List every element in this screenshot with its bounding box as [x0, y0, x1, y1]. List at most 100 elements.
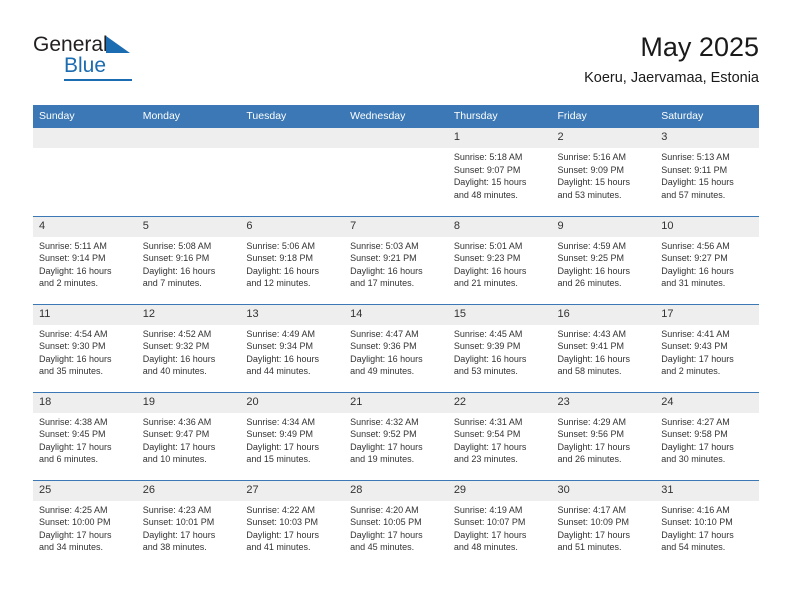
daylight-text-line1: Daylight: 16 hours [557, 353, 631, 364]
day-cell-inner: 10 Sunrise: 4:56 AM Sunset: 9:27 PM Dayligh… [655, 216, 759, 304]
calendar-day-cell[interactable]: 7 Sunrise: 5:03 AM Sunset: 9:21 PM Daylight… [344, 215, 448, 304]
day-cell-inner [344, 128, 448, 216]
daylight-text-line2: and 45 minutes. [350, 542, 415, 553]
day-number: 27 [240, 480, 345, 501]
day-number: 11 [33, 304, 137, 325]
sun-info: Sunrise: 4:38 AM Sunset: 9:45 PM Daylight:… [33, 413, 137, 466]
calendar-day-cell[interactable]: 17 Sunrise: 4:41 AM Sunset: 9:43 PM Dayligh… [655, 303, 759, 392]
calendar-day-cell[interactable]: 23 Sunrise: 4:29 AM Sunset: 9:56 PM Dayligh… [551, 391, 656, 480]
sunset-text: Sunset: 10:03 PM [246, 517, 318, 528]
daylight-text-line2: and 54 minutes. [661, 542, 726, 553]
day-cell-inner: 9 Sunrise: 4:59 AM Sunset: 9:25 PM Daylight… [551, 216, 656, 304]
daylight-text-line2: and 48 minutes. [453, 189, 518, 200]
calendar-day-cell[interactable]: 30 Sunrise: 4:17 AM Sunset: 10:09 PM Daylig… [551, 479, 656, 569]
sun-info: Sunrise: 5:03 AM Sunset: 9:21 PM Daylight:… [344, 237, 448, 290]
day-cell-inner: 21 Sunrise: 4:32 AM Sunset: 9:52 PM Dayligh… [344, 392, 448, 480]
calendar-day-cell[interactable]: 25 Sunrise: 4:25 AM Sunset: 10:00 PM Daylig… [33, 479, 137, 568]
day-number: 14 [344, 304, 448, 325]
sunrise-text: Sunrise: 4:52 AM [142, 328, 212, 339]
daylight-text-line2: and 51 minutes. [557, 542, 622, 553]
daylight-text-line2: and 6 minutes. [39, 454, 99, 465]
weekday-header-tuesday: Tuesday [240, 105, 345, 128]
calendar-day-cell[interactable]: 24 Sunrise: 4:27 AM Sunset: 9:58 PM Dayligh… [655, 391, 759, 480]
day-number [136, 128, 241, 148]
calendar-day-cell[interactable]: 21 Sunrise: 4:32 AM Sunset: 9:52 PM Dayligh… [344, 391, 448, 480]
sunrise-text: Sunrise: 4:32 AM [350, 416, 419, 427]
calendar-day-cell[interactable]: 28 Sunrise: 4:20 AM Sunset: 10:05 PM Daylig… [344, 479, 448, 568]
day-number [33, 128, 137, 148]
sunset-text: Sunset: 9:39 PM [453, 341, 521, 352]
daylight-text-line1: Daylight: 17 hours [453, 529, 527, 540]
daylight-text-line1: Daylight: 17 hours [142, 529, 216, 540]
daylight-text-line1: Daylight: 17 hours [246, 529, 319, 540]
daylight-text-line1: Daylight: 16 hours [453, 353, 527, 364]
daylight-text-line1: Daylight: 16 hours [39, 353, 112, 364]
sunrise-text: Sunrise: 4:22 AM [246, 504, 315, 515]
day-cell-inner: 16 Sunrise: 4:43 AM Sunset: 9:41 PM Dayligh… [551, 304, 656, 392]
day-cell-inner: 18 Sunrise: 4:38 AM Sunset: 9:45 PM Dayligh… [33, 392, 137, 480]
day-number: 9 [551, 216, 656, 237]
calendar-day-cell[interactable]: 29 Sunrise: 4:19 AM Sunset: 10:07 PM Daylig… [447, 479, 552, 568]
calendar-day-cell[interactable]: 27 Sunrise: 4:22 AM Sunset: 10:03 PM Daylig… [240, 479, 345, 568]
daylight-text-line1: Daylight: 17 hours [39, 441, 112, 452]
calendar-day-cell[interactable]: 18 Sunrise: 4:38 AM Sunset: 9:45 PM Dayligh… [33, 391, 137, 480]
logo-triangle-icon [105, 36, 130, 58]
calendar-day-cell[interactable]: 3 Sunrise: 5:13 AM Sunset: 9:11 PM Daylight… [655, 128, 759, 216]
calendar-week-row: 18 Sunrise: 4:38 AM Sunset: 9:45 PM Dayligh… [33, 391, 759, 480]
sun-info: Sunrise: 4:19 AM Sunset: 10:07 PM Daylight… [448, 501, 552, 554]
calendar-day-cell[interactable]: 4 Sunrise: 5:11 AM Sunset: 9:14 PM Daylight… [33, 215, 137, 304]
daylight-text-line2: and 17 minutes. [350, 278, 415, 289]
calendar-day-cell[interactable]: 8 Sunrise: 5:01 AM Sunset: 9:23 PM Daylight… [447, 215, 552, 304]
logo-word-blue: Blue [64, 54, 107, 77]
day-number: 22 [447, 392, 552, 413]
calendar-day-cell[interactable]: 22 Sunrise: 4:31 AM Sunset: 9:54 PM Dayligh… [447, 391, 552, 480]
day-cell-inner: 4 Sunrise: 5:11 AM Sunset: 9:14 PM Daylight… [33, 216, 137, 304]
sunrise-text: Sunrise: 5:03 AM [350, 240, 419, 251]
page-header: General Blue May 2025 Koeru, Jaervamaa, … [33, 30, 759, 96]
calendar-day-cell[interactable]: 1 Sunrise: 5:18 AM Sunset: 9:07 PM Daylight… [447, 128, 552, 216]
calendar-cell-empty [240, 128, 345, 216]
sun-info: Sunrise: 4:23 AM Sunset: 10:01 PM Daylight… [137, 501, 241, 554]
daylight-text-line1: Daylight: 17 hours [350, 441, 423, 452]
day-cell-inner: 26 Sunrise: 4:23 AM Sunset: 10:01 PM Daylig… [136, 480, 241, 569]
daylight-text-line2: and 38 minutes. [142, 542, 207, 553]
day-number: 31 [655, 480, 759, 501]
calendar-day-cell[interactable]: 26 Sunrise: 4:23 AM Sunset: 10:01 PM Daylig… [136, 479, 241, 569]
calendar-day-cell[interactable]: 13 Sunrise: 4:49 AM Sunset: 9:34 PM Dayligh… [240, 303, 345, 392]
calendar-day-cell[interactable]: 5 Sunrise: 5:08 AM Sunset: 9:16 PM Daylight… [136, 215, 241, 304]
calendar-day-cell[interactable]: 6 Sunrise: 5:06 AM Sunset: 9:18 PM Daylight… [240, 215, 345, 304]
sunset-text: Sunset: 9:18 PM [246, 253, 313, 264]
calendar-day-cell[interactable]: 20 Sunrise: 4:34 AM Sunset: 9:49 PM Dayligh… [240, 391, 345, 480]
day-cell-inner: 7 Sunrise: 5:03 AM Sunset: 9:21 PM Daylight… [344, 216, 448, 304]
daylight-text-line1: Daylight: 17 hours [661, 529, 734, 540]
day-cell-inner: 17 Sunrise: 4:41 AM Sunset: 9:43 PM Dayligh… [655, 304, 759, 392]
sunrise-text: Sunrise: 4:47 AM [350, 328, 419, 339]
calendar-week-row: 1 Sunrise: 5:18 AM Sunset: 9:07 PM Daylight… [33, 128, 759, 216]
calendar-day-cell[interactable]: 10 Sunrise: 4:56 AM Sunset: 9:27 PM Dayligh… [655, 215, 759, 304]
daylight-text-line1: Daylight: 16 hours [246, 265, 319, 276]
sunrise-text: Sunrise: 4:36 AM [142, 416, 212, 427]
daylight-text-line2: and 58 minutes. [557, 366, 622, 377]
day-cell-inner: 30 Sunrise: 4:17 AM Sunset: 10:09 PM Daylig… [551, 480, 656, 569]
calendar-day-cell[interactable]: 11 Sunrise: 4:54 AM Sunset: 9:30 PM Dayligh… [33, 303, 137, 392]
daylight-text-line1: Daylight: 17 hours [39, 529, 112, 540]
calendar-day-cell[interactable]: 19 Sunrise: 4:36 AM Sunset: 9:47 PM Dayligh… [136, 391, 241, 480]
sunrise-text: Sunrise: 5:01 AM [453, 240, 523, 251]
calendar-day-cell[interactable]: 31 Sunrise: 4:16 AM Sunset: 10:10 PM Daylig… [655, 479, 759, 568]
calendar-day-cell[interactable]: 2 Sunrise: 5:16 AM Sunset: 9:09 PM Daylight… [551, 128, 656, 216]
calendar-day-cell[interactable]: 14 Sunrise: 4:47 AM Sunset: 9:36 PM Dayligh… [344, 303, 448, 392]
sun-info: Sunrise: 4:20 AM Sunset: 10:05 PM Daylight… [344, 501, 448, 554]
calendar-day-cell[interactable]: 15 Sunrise: 4:45 AM Sunset: 9:39 PM Dayligh… [447, 303, 552, 392]
day-cell-inner: 24 Sunrise: 4:27 AM Sunset: 9:58 PM Dayligh… [655, 392, 759, 480]
calendar-day-cell[interactable]: 12 Sunrise: 4:52 AM Sunset: 9:32 PM Dayligh… [136, 303, 241, 392]
daylight-text-line1: Daylight: 16 hours [39, 265, 112, 276]
daylight-text-line2: and 40 minutes. [142, 366, 207, 377]
day-cell-inner [240, 128, 345, 216]
day-number: 3 [655, 128, 759, 148]
calendar-day-cell[interactable]: 9 Sunrise: 4:59 AM Sunset: 9:25 PM Daylight… [551, 215, 656, 304]
sunset-text: Sunset: 9:47 PM [142, 429, 210, 440]
calendar-day-cell[interactable]: 16 Sunrise: 4:43 AM Sunset: 9:41 PM Dayligh… [551, 303, 656, 392]
day-number: 17 [655, 304, 759, 325]
day-cell-inner: 22 Sunrise: 4:31 AM Sunset: 9:54 PM Dayligh… [447, 392, 552, 480]
logo-word-general: General [33, 33, 108, 56]
